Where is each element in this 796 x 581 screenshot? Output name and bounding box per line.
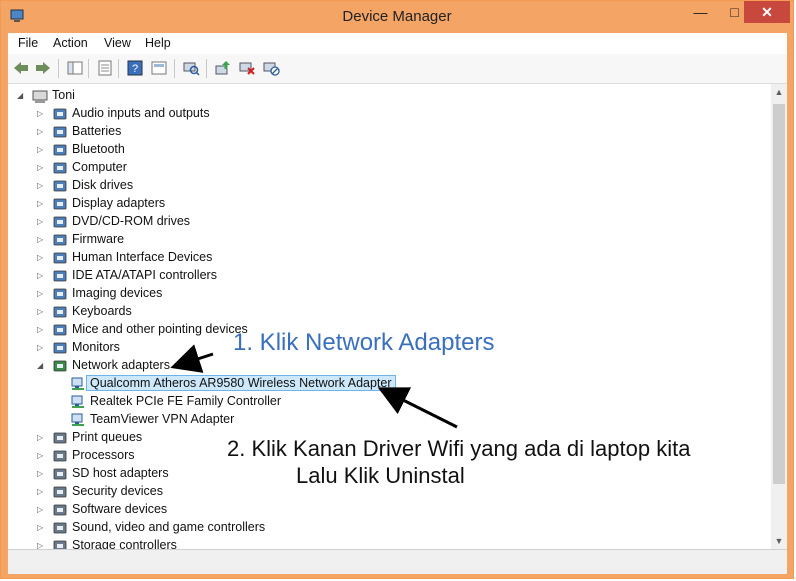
arrow-to-wireless-adapter: [377, 387, 458, 429]
arrow-to-network-adapters: [170, 344, 214, 373]
annotation-arrows: [170, 344, 458, 429]
